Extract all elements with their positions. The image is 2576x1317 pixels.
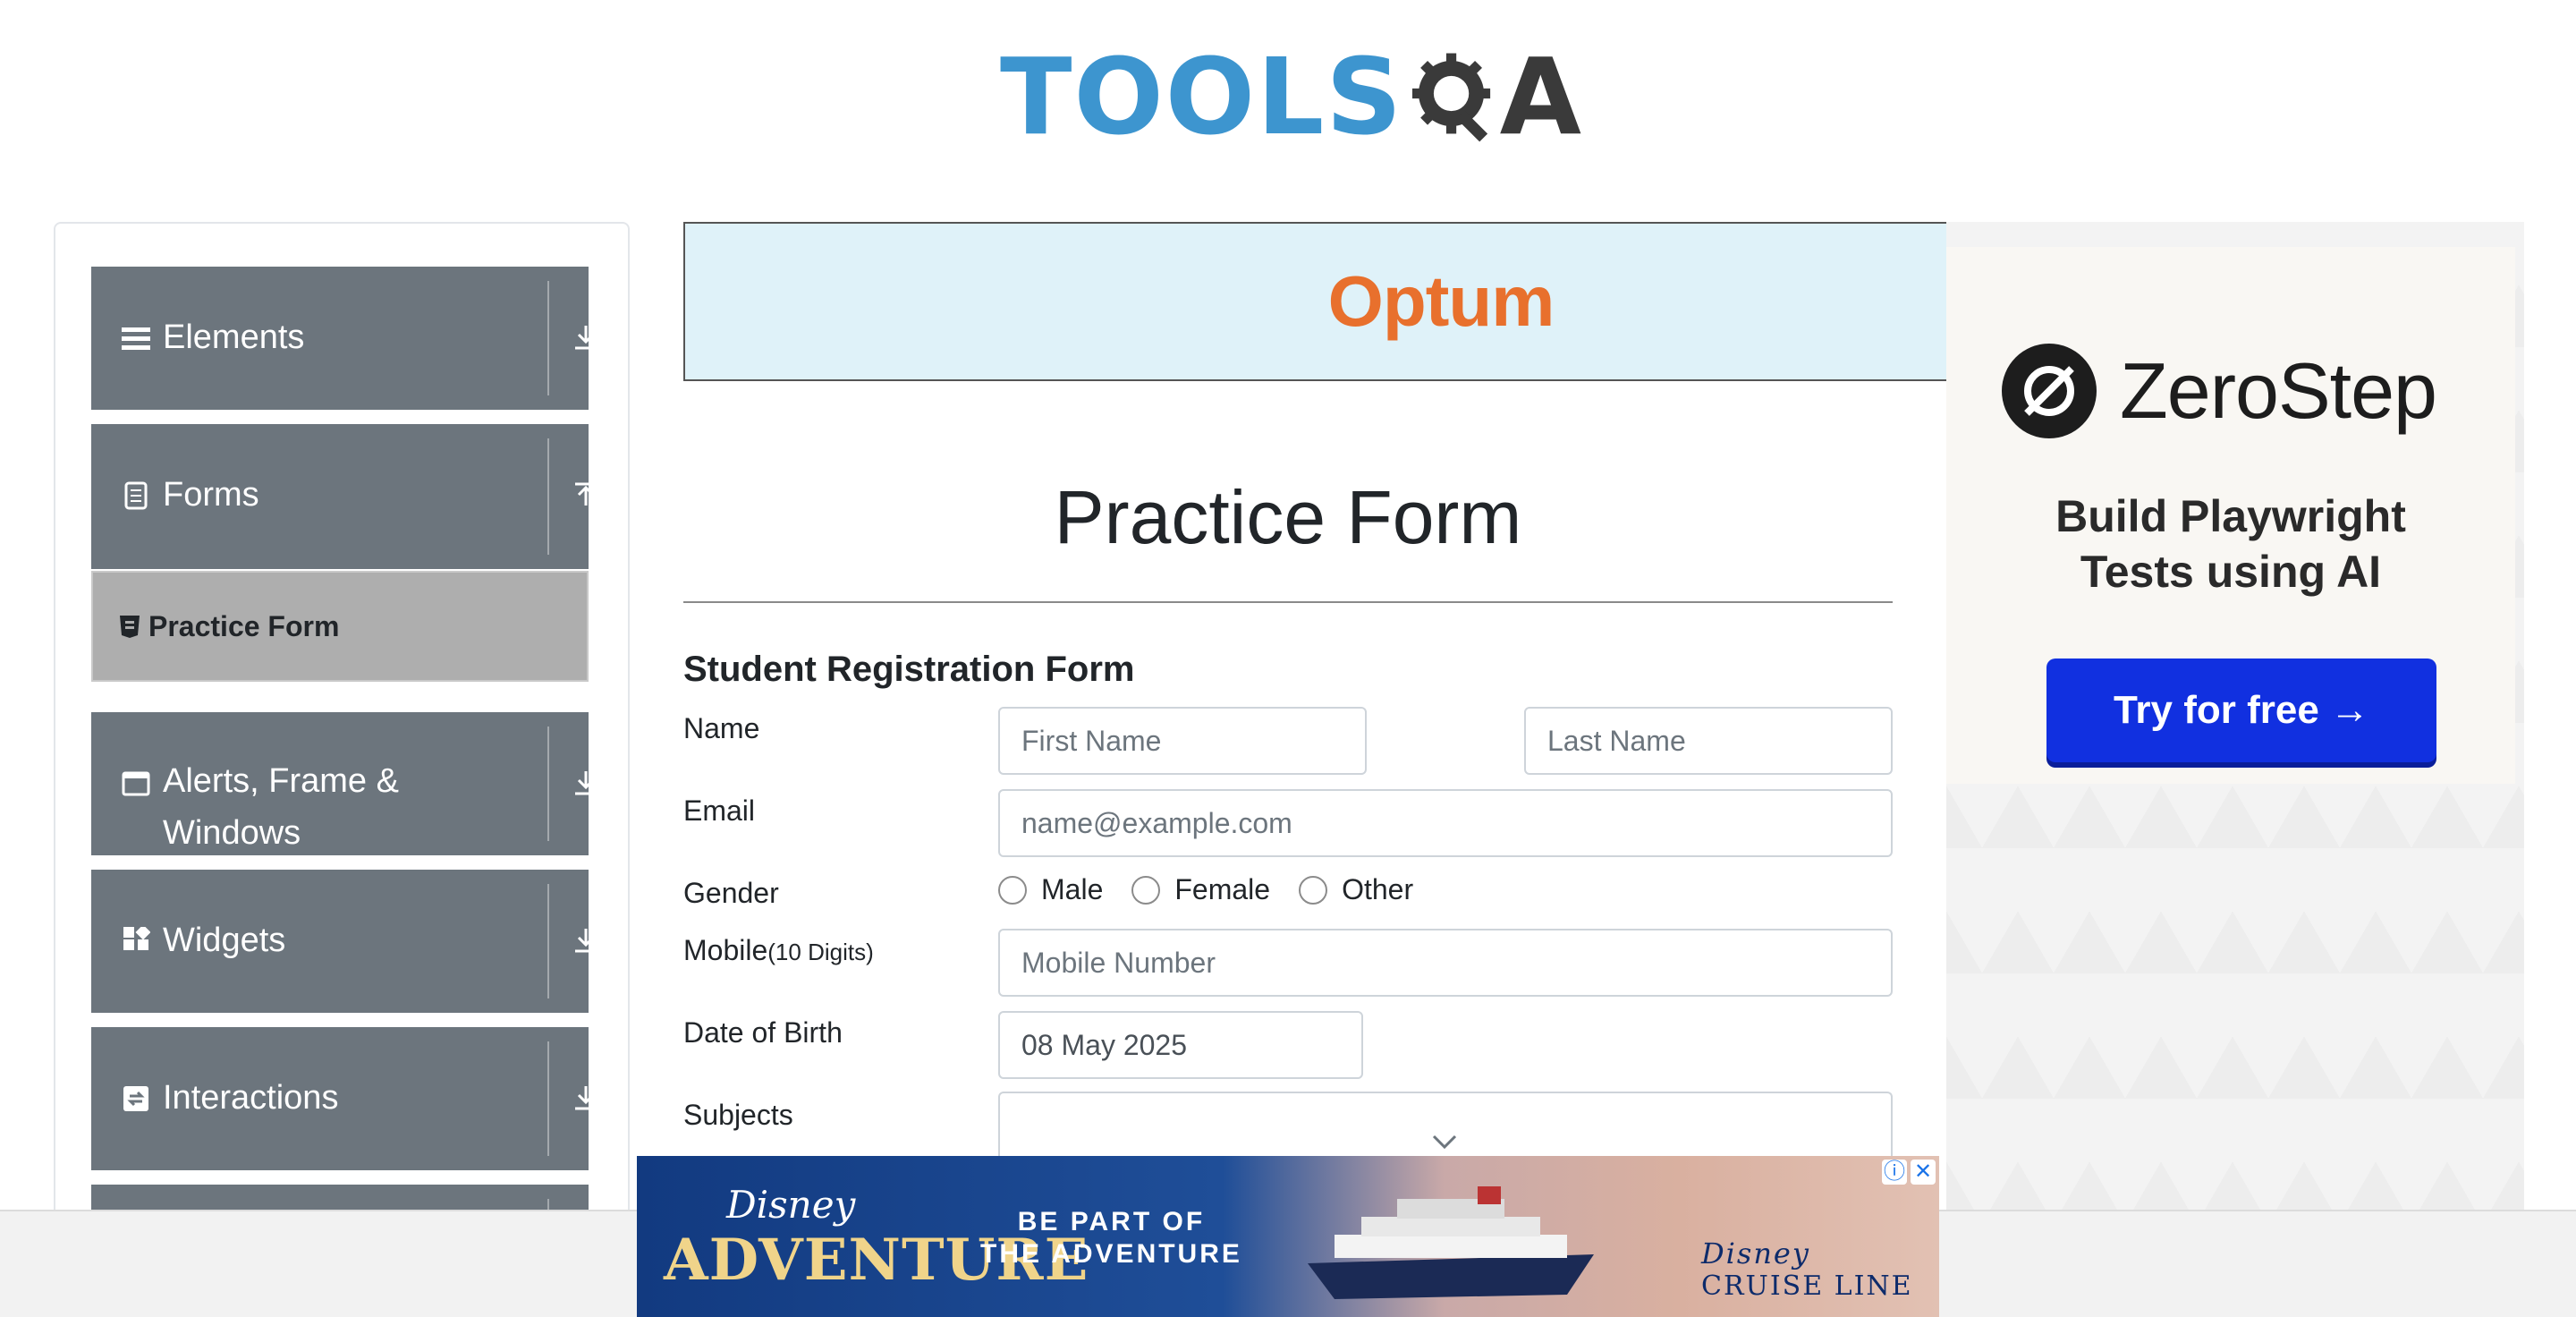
sidebar-item-label: Practice Form bbox=[148, 609, 340, 642]
try-for-free-button[interactable]: Try for free → bbox=[2046, 658, 2436, 762]
mobile-hint: (10 Digits) bbox=[767, 939, 874, 965]
zerostep-logo-icon bbox=[2002, 344, 2097, 438]
zerostep-ad-card[interactable]: ZeroStep Build Playwright Tests using AI… bbox=[1946, 247, 2515, 784]
sidebar-group-label: Alerts, Frame & Windows bbox=[163, 762, 399, 852]
form-icon bbox=[124, 481, 148, 510]
interactions-icon bbox=[123, 1086, 148, 1111]
divider bbox=[683, 601, 1893, 603]
logo-text-a: A bbox=[1499, 35, 1581, 158]
side-ad[interactable]: ZeroStep Build Playwright Tests using AI… bbox=[1946, 222, 2524, 1211]
sidebar-item-practice-form[interactable]: Practice Form bbox=[91, 571, 589, 682]
chevron-down-icon[interactable] bbox=[1431, 1133, 1458, 1151]
radio-circle[interactable] bbox=[1299, 875, 1328, 905]
sidebar-group-widgets[interactable]: Widgets bbox=[91, 870, 597, 1013]
mobile-label-text: Mobile bbox=[683, 934, 768, 966]
gender-radio-group: Male Female Other bbox=[998, 873, 1442, 906]
widgets-icon bbox=[123, 927, 150, 950]
download-arrow-icon[interactable] bbox=[572, 927, 599, 954]
tagline-line: Tests using AI bbox=[2080, 547, 2382, 597]
divider bbox=[547, 438, 549, 555]
sidebar-group-alerts[interactable]: Alerts, Frame & Windows bbox=[91, 712, 589, 855]
close-icon[interactable]: ✕ bbox=[1911, 1160, 1936, 1185]
email-input[interactable]: name@example.com bbox=[998, 789, 1893, 857]
hamburger-icon bbox=[122, 327, 150, 350]
radio-label: Other bbox=[1342, 873, 1414, 905]
sidebar-group-interactions[interactable]: Interactions bbox=[91, 1027, 597, 1170]
logo-text: TOOLS bbox=[1000, 35, 1404, 158]
ad-tagline: BE PART OF THE ADVENTURE bbox=[980, 1206, 1242, 1270]
divider bbox=[547, 1041, 549, 1156]
sidebar-group-label: Widgets bbox=[163, 922, 286, 959]
dob-label: Date of Birth bbox=[683, 1016, 843, 1049]
window-icon bbox=[122, 771, 150, 796]
banner-ad[interactable]: Optum bbox=[683, 222, 1946, 381]
mobile-label: Mobile(10 Digits) bbox=[683, 934, 874, 967]
divider bbox=[547, 281, 549, 395]
page-title: Practice Form bbox=[1054, 475, 1522, 559]
mobile-input[interactable]: Mobile Number bbox=[998, 929, 1893, 997]
gender-label: Gender bbox=[683, 877, 779, 909]
cruise-line-text: CRUISE LINE bbox=[1701, 1270, 1913, 1302]
bottom-ad[interactable]: Disney ADVENTURE BE PART OF THE ADVENTUR… bbox=[637, 1156, 1939, 1317]
gender-radio-female[interactable]: Female bbox=[1131, 873, 1270, 906]
download-arrow-icon[interactable] bbox=[572, 1084, 599, 1111]
upload-arrow-icon[interactable] bbox=[572, 481, 599, 508]
zerostep-brand: ZeroStep bbox=[2120, 346, 2437, 435]
radio-label: Female bbox=[1174, 873, 1271, 905]
zerostep-tagline: Build Playwright Tests using AI bbox=[1946, 489, 2515, 599]
tagline-line: Build Playwright bbox=[2055, 491, 2406, 541]
radio-circle[interactable] bbox=[998, 875, 1027, 905]
gender-radio-other[interactable]: Other bbox=[1299, 873, 1413, 906]
ad-controls: ⓘ ✕ bbox=[1882, 1160, 1936, 1185]
toolsqa-logo[interactable]: TOOLS A bbox=[1000, 25, 1581, 168]
subjects-label: Subjects bbox=[683, 1099, 793, 1131]
form-subtitle: Student Registration Form bbox=[683, 650, 1135, 689]
tagline-line: THE ADVENTURE bbox=[980, 1239, 1242, 1269]
ad-info-icon[interactable]: ⓘ bbox=[1882, 1160, 1907, 1185]
gear-magnifier-icon bbox=[1412, 53, 1491, 142]
radio-circle[interactable] bbox=[1131, 875, 1161, 905]
sidebar-group-elements[interactable]: Elements bbox=[91, 267, 597, 410]
download-arrow-icon[interactable] bbox=[572, 324, 599, 351]
subjects-input[interactable] bbox=[998, 1092, 1893, 1163]
sidebar-group-forms[interactable]: Forms bbox=[91, 424, 597, 569]
sidebar-group-label: Interactions bbox=[163, 1079, 339, 1117]
name-label: Name bbox=[683, 712, 760, 744]
html-badge-icon bbox=[120, 616, 140, 638]
email-label: Email bbox=[683, 794, 756, 827]
gender-radio-male[interactable]: Male bbox=[998, 873, 1103, 906]
sidebar-group-label: Elements bbox=[163, 319, 305, 356]
disney-cruise-line-logo: Disney CRUISE LINE bbox=[1701, 1236, 1939, 1302]
sidebar-group-label: Forms bbox=[163, 476, 259, 514]
divider bbox=[547, 884, 549, 998]
first-name-input[interactable]: First Name bbox=[998, 707, 1367, 775]
dob-input[interactable]: 08 May 2025 bbox=[998, 1011, 1363, 1079]
disney-wordmark: Disney bbox=[1701, 1236, 1810, 1270]
tagline-line: BE PART OF bbox=[1017, 1207, 1206, 1236]
cruise-ship-image bbox=[1308, 1186, 1594, 1299]
radio-label: Male bbox=[1041, 873, 1104, 905]
banner-ad-brand: Optum bbox=[1327, 261, 1555, 341]
sidebar: Elements Forms Practice Form Alerts, Fra… bbox=[54, 222, 630, 1317]
divider bbox=[547, 726, 549, 841]
last-name-input[interactable]: Last Name bbox=[1524, 707, 1893, 775]
download-arrow-icon[interactable] bbox=[572, 769, 589, 796]
